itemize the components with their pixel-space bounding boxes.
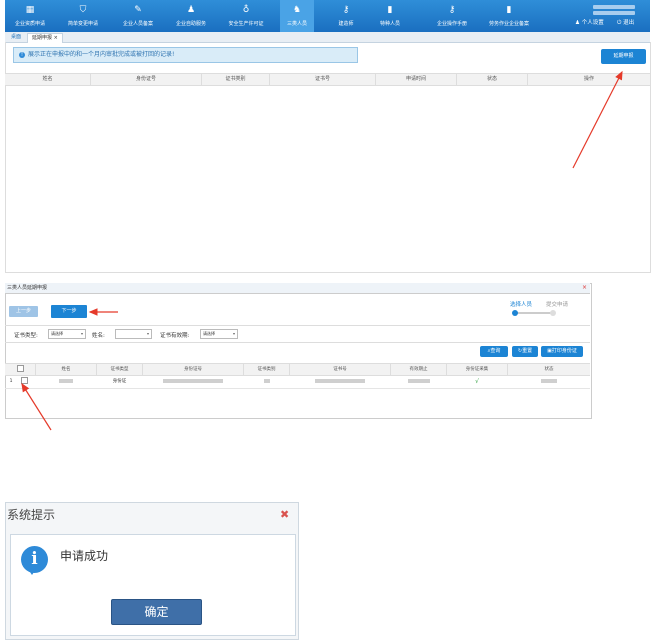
- annotation-arrow-2: [21, 383, 52, 431]
- annotation-arrowhead-2: [21, 382, 30, 393]
- annotation-arrowhead-1: [88, 308, 98, 316]
- annotation-arrows: [21, 70, 623, 431]
- annotation-arrow-0: [572, 71, 623, 169]
- annotation-arrowhead-0: [615, 70, 623, 81]
